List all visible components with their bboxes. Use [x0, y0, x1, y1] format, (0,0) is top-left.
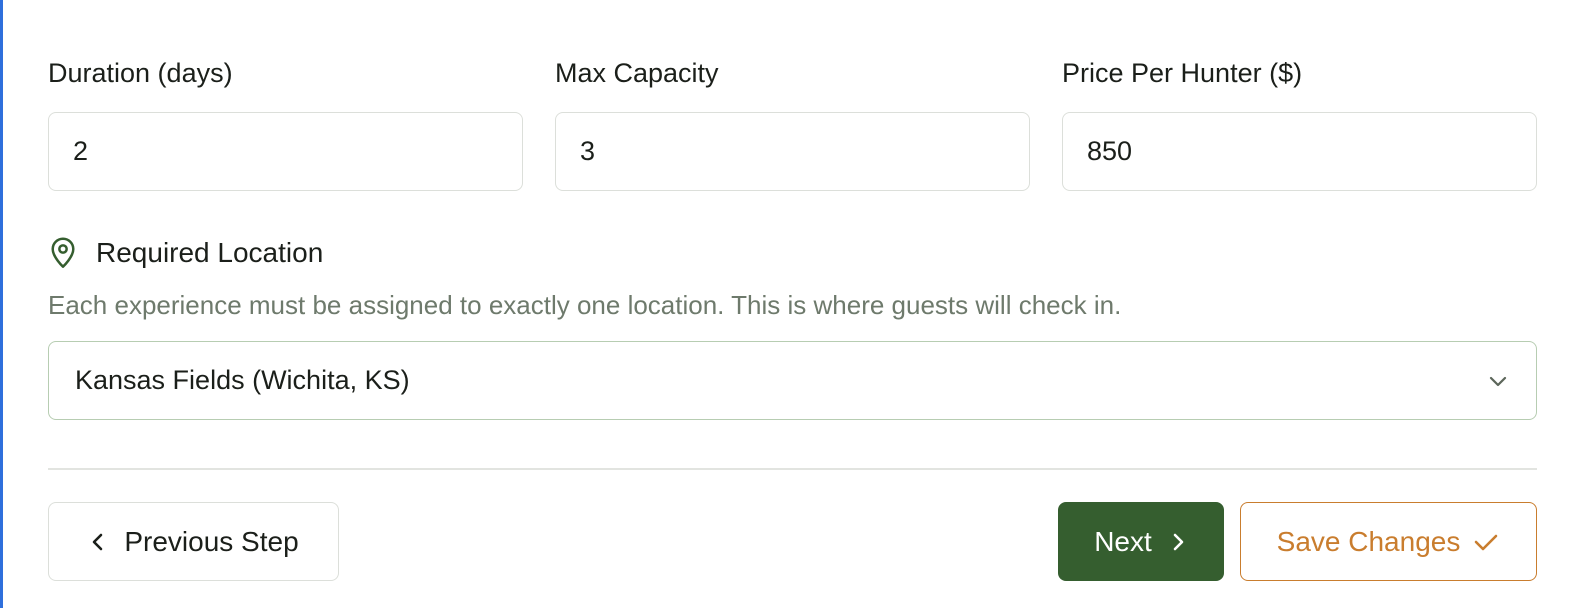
price-per-hunter-label: Price Per Hunter ($): [1062, 58, 1303, 88]
location-header: Required Location: [48, 236, 323, 270]
location-description: Each experience must be assigned to exac…: [48, 290, 1122, 320]
form-panel: Duration (days) Max Capacity Price Per H…: [0, 0, 1580, 608]
location-select-value: Kansas Fields (Wichita, KS): [75, 365, 410, 395]
save-changes-button[interactable]: Save Changes: [1240, 502, 1537, 581]
max-capacity-input[interactable]: [555, 112, 1030, 191]
map-pin-icon: [48, 236, 78, 270]
chevron-down-icon: [1484, 367, 1512, 395]
price-per-hunter-field: Price Per Hunter ($): [1062, 58, 1537, 191]
experience-fields-row: Duration (days) Max Capacity Price Per H…: [48, 58, 1537, 191]
section-divider: [48, 468, 1537, 470]
price-per-hunter-input[interactable]: [1062, 112, 1537, 191]
chevron-right-icon: [1168, 530, 1188, 554]
chevron-left-icon: [88, 530, 108, 554]
location-select[interactable]: Kansas Fields (Wichita, KS): [48, 341, 1537, 420]
duration-label: Duration (days): [48, 58, 233, 88]
max-capacity-field: Max Capacity: [555, 58, 1030, 191]
max-capacity-label: Max Capacity: [555, 58, 719, 88]
duration-field: Duration (days): [48, 58, 523, 191]
location-title: Required Location: [96, 237, 324, 268]
save-changes-label: Save Changes: [1276, 525, 1461, 557]
previous-step-label: Previous Step: [124, 525, 299, 557]
duration-input[interactable]: [48, 112, 523, 191]
next-label: Next: [1094, 525, 1152, 557]
next-button[interactable]: Next: [1058, 502, 1224, 581]
previous-step-button[interactable]: Previous Step: [48, 502, 339, 581]
check-icon: [1472, 530, 1500, 554]
